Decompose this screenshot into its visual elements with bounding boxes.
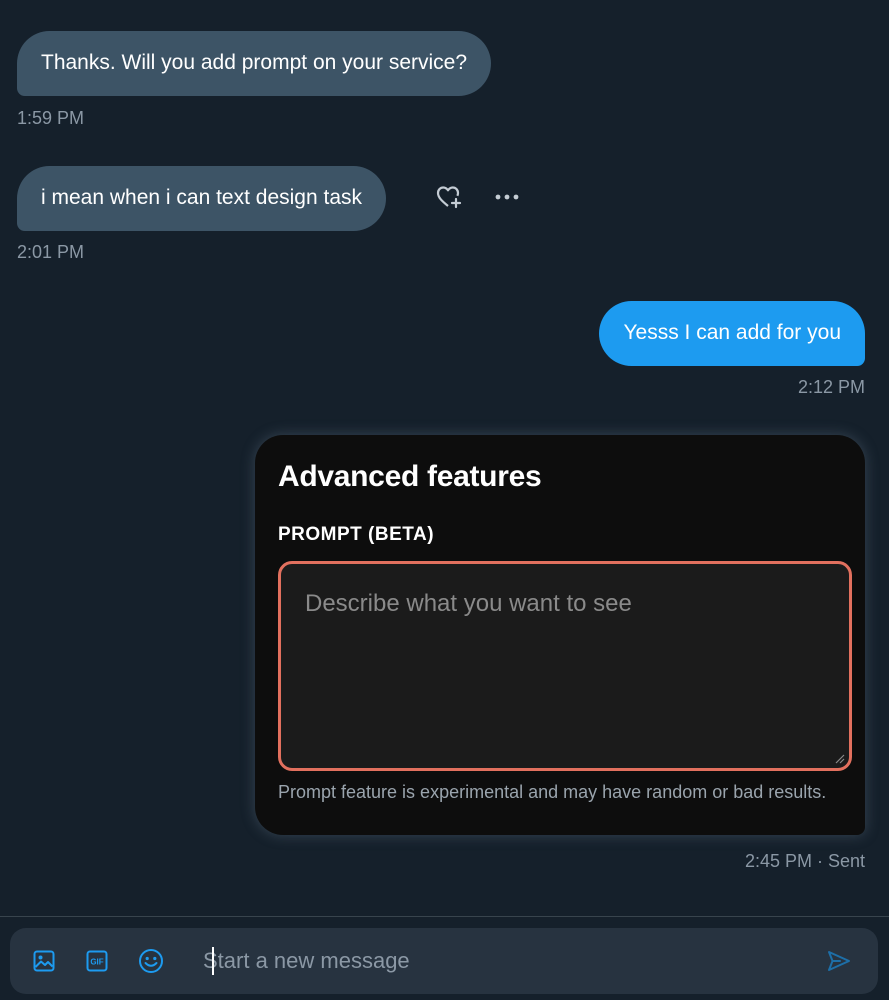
prompt-label: PROMPT (BETA) — [278, 524, 435, 545]
gif-icon[interactable]: GIF — [82, 946, 112, 976]
resize-handle-icon[interactable] — [833, 752, 845, 764]
message-status: 2:45 PM · Sent — [744, 851, 865, 871]
message-timestamp: 2:01 PM — [17, 242, 85, 262]
message-composer: GIF — [10, 928, 878, 994]
message-bubble-outgoing[interactable]: Yesss I can add for you — [599, 301, 865, 366]
message-actions — [434, 182, 522, 212]
message-bubble-incoming[interactable]: Thanks. Will you add prompt on your serv… — [17, 31, 492, 96]
message-bubble-incoming[interactable]: i mean when i can text design task — [17, 166, 387, 231]
text-cursor — [212, 947, 214, 975]
message-input[interactable] — [203, 942, 803, 980]
composer-divider — [0, 916, 889, 917]
image-icon[interactable] — [29, 946, 59, 976]
svg-text:GIF: GIF — [90, 958, 103, 967]
prompt-note: Prompt feature is experimental and may h… — [278, 782, 827, 802]
message-timestamp: 1:59 PM — [17, 108, 85, 128]
emoji-icon[interactable] — [136, 946, 166, 976]
dm-conversation: Thanks. Will you add prompt on your serv… — [0, 0, 889, 1000]
send-icon[interactable] — [824, 946, 854, 976]
card-title: Advanced features — [278, 460, 542, 493]
prompt-textarea-wrapper — [278, 561, 852, 771]
heart-plus-icon[interactable] — [434, 182, 464, 212]
prompt-textarea[interactable] — [281, 564, 849, 768]
message-timestamp: 2:12 PM — [797, 377, 865, 397]
more-icon[interactable] — [492, 182, 522, 212]
advanced-features-card: Advanced features PROMPT (BETA) Prompt f… — [255, 435, 865, 835]
